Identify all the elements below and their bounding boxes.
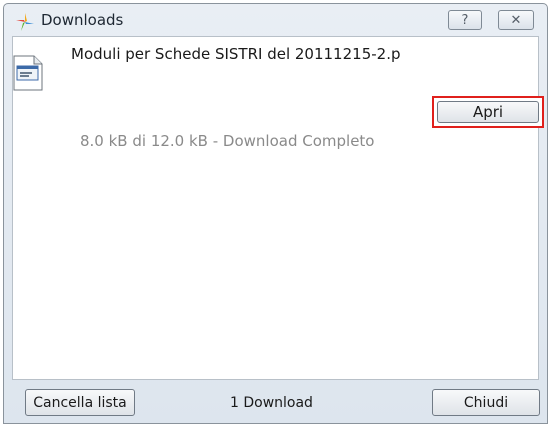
open-button[interactable]: Apri xyxy=(437,101,539,123)
title-bar: Downloads ? ✕ xyxy=(4,4,547,34)
open-button-highlight: Apri xyxy=(432,96,544,128)
file-name: Moduli per Schede SISTRI del 20111215-2.… xyxy=(71,45,401,63)
app-logo-icon xyxy=(15,12,35,32)
download-count: 1 Download xyxy=(230,395,313,411)
download-status: 8.0 kB di 12.0 kB - Download Completo xyxy=(80,132,375,150)
clear-list-button[interactable]: Cancella lista xyxy=(25,389,135,416)
window-close-button[interactable]: ✕ xyxy=(498,10,534,30)
help-button[interactable]: ? xyxy=(448,10,482,30)
window-title: Downloads xyxy=(41,11,124,29)
help-icon: ? xyxy=(461,12,469,28)
downloads-list xyxy=(12,36,539,380)
downloads-window: Downloads ? ✕ xyxy=(3,3,548,424)
document-file-icon xyxy=(13,55,43,91)
close-button[interactable]: Chiudi xyxy=(432,389,540,416)
close-icon: ✕ xyxy=(510,12,522,28)
